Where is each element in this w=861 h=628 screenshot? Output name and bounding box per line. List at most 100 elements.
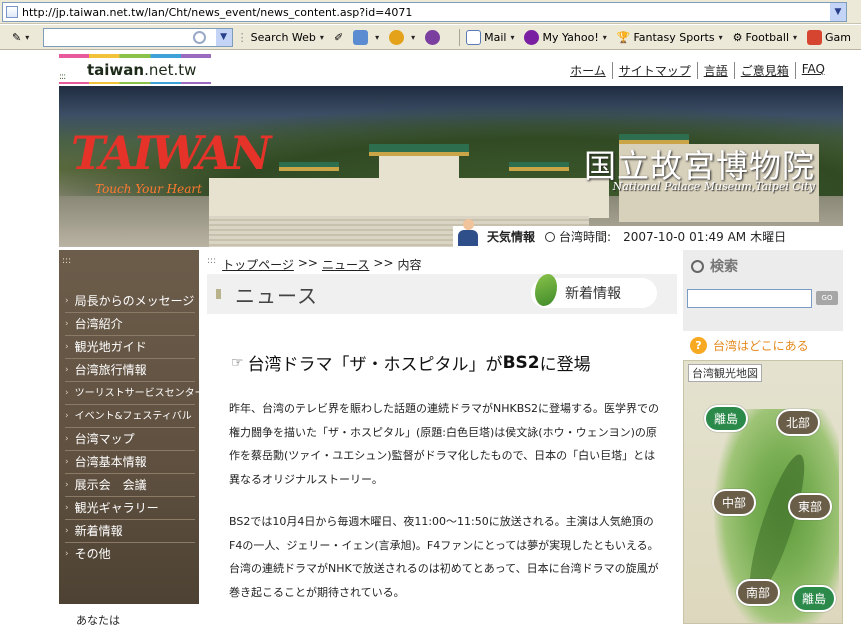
sidebar-footer-text: あなたは — [76, 614, 120, 627]
chevron-right-icon: › — [65, 479, 69, 490]
breadcrumb: ::: トップページ >> ニュース >> 内容 — [207, 256, 422, 273]
where-is-taiwan-link[interactable]: ? 台湾はどこにある — [690, 337, 809, 354]
question-icon: ? — [690, 337, 707, 354]
fantasy-sports-button[interactable]: 🏆 Fantasy Sports ▾ — [617, 31, 723, 44]
games-icon — [807, 29, 823, 45]
time-value: 01:49 AM — [689, 229, 747, 244]
taiwan-touch-logo: TAIWAN Touch Your Heart — [71, 126, 271, 196]
breadcrumb-news-link[interactable]: ニュース — [322, 256, 369, 273]
football-button[interactable]: ⚙ Football ▾ — [733, 31, 797, 44]
museum-name-en: National Palace Museum,Taipei City — [612, 180, 815, 193]
chevron-right-icon: › — [65, 295, 69, 306]
news-header: ニュース 新着情報 — [207, 274, 677, 314]
sidebar-item-about-taiwan[interactable]: › 台湾紹介 — [65, 313, 195, 336]
nav-home-link[interactable]: ホーム — [564, 62, 612, 79]
chevron-right-icon: › — [65, 364, 69, 375]
weather-link[interactable]: 天気情報 — [487, 228, 535, 245]
site-logo[interactable]: ::: taiwan.net.tw — [59, 54, 211, 84]
chevron-right-icon: › — [65, 502, 69, 513]
chevron-right-icon: › — [65, 525, 69, 536]
search-input[interactable] — [687, 289, 812, 308]
latest-news-tab: 新着情報 — [531, 274, 657, 308]
search-title: 検索 — [710, 259, 738, 275]
globe-icon[interactable]: ▾ — [389, 29, 415, 45]
my-yahoo-button[interactable]: My Yahoo! ▾ — [524, 29, 607, 45]
nav-language-link[interactable]: 言語 — [696, 62, 734, 79]
sidebar-item-basic-info[interactable]: › 台湾基本情報 — [65, 451, 195, 474]
nav-feedback-link[interactable]: ご意見箱 — [733, 62, 795, 79]
sidebar-item-gallery[interactable]: › 観光ギャラリー — [65, 497, 195, 520]
header-marker — [216, 289, 221, 299]
palace-hall — [379, 156, 459, 180]
sidebar-item-director-message[interactable]: › 局長からのメッセージ — [65, 290, 195, 313]
logo-domain: .net.tw — [144, 61, 197, 79]
search-icon — [192, 30, 206, 44]
sidebar-item-tourist-service[interactable]: › ツーリストサービスセンター — [65, 382, 205, 405]
trophy-icon: 🏆 — [616, 30, 631, 44]
chevron-right-icon: › — [65, 456, 69, 467]
map-region-central[interactable]: 中部 — [712, 489, 757, 516]
my-yahoo-icon — [524, 29, 540, 45]
article-title: ☞ 台湾ドラマ「ザ・ホスピタル」が BS2 に登場 — [231, 352, 591, 376]
page-title: ニュース — [235, 283, 318, 308]
date-value: 2007-10-0 — [623, 229, 686, 244]
search-go-button[interactable]: GO — [816, 291, 838, 305]
pencil-icon[interactable]: ✎ ▾ — [12, 31, 29, 44]
chevron-down-icon[interactable]: ▼ — [830, 3, 846, 21]
logo-name: taiwan — [87, 61, 145, 79]
taiwan-leaf-icon — [535, 274, 557, 306]
sidebar-item-sightseeing-guide[interactable]: › 観光地ガイド — [65, 336, 195, 359]
layout-icon[interactable]: ▾ — [353, 29, 379, 45]
chevron-right-icon: › — [65, 549, 69, 559]
mail-button[interactable]: Mail ▾ — [466, 29, 514, 45]
chevron-right-icon: › — [65, 433, 69, 444]
sidebar-item-travel-info[interactable]: › 台湾旅行情報 — [65, 359, 195, 382]
chevron-right-icon: › — [65, 341, 69, 352]
pointing-hand-icon: ☞ — [231, 354, 244, 371]
clock-icon — [545, 231, 556, 242]
left-sidebar: ::: › 局長からのメッセージ › 台湾紹介 › 観光地ガイド › 台湾旅行情報 › ツ… — [59, 250, 205, 604]
map-region-south[interactable]: 南部 — [736, 579, 781, 606]
map-region-east[interactable]: 東部 — [788, 493, 833, 520]
article-paragraph-2: BS2では10月4日から毎週木曜日、夜11:00～11:50に放送される。主演は… — [229, 515, 659, 599]
palace-roof — [369, 144, 469, 156]
map-title: 台湾観光地図 — [688, 364, 762, 382]
chevron-down-icon[interactable]: ▼ — [215, 28, 232, 46]
mail-icon — [466, 29, 482, 45]
page-icon — [6, 6, 18, 18]
sidebar-item-other[interactable]: › その他 — [65, 543, 195, 566]
browser-toolbar: ✎ ▾ ▼ ⋮ Search Web ▾ ✐ ▾ ▾ Mail ▾ My Yahoo! ▾… — [0, 25, 861, 50]
palace-wall — [209, 178, 609, 218]
time-label: 台湾時間: — [559, 230, 612, 244]
sidebar-item-news[interactable]: › 新着情報 — [65, 520, 195, 543]
url-field[interactable]: http://jp.taiwan.net.tw/lan/Cht/news_eve… — [2, 2, 847, 22]
weather-person-icon — [455, 218, 481, 247]
map-region-islet-se[interactable]: 離島 — [792, 585, 837, 612]
search-web-button[interactable]: ⋮ Search Web ▾ — [237, 31, 324, 44]
sidebar-item-exhibitions[interactable]: › 展示会 会議 — [65, 474, 195, 497]
sidebar-item-map[interactable]: › 台湾マップ — [65, 428, 195, 451]
breadcrumb-current: 内容 — [397, 258, 422, 272]
weekday-value: 木曜日 — [750, 230, 787, 244]
weather-bar: 天気情報 台湾時間: 2007-10-0 01:49 AM 木曜日 — [453, 218, 843, 247]
nav-faq-link[interactable]: FAQ — [794, 62, 831, 79]
chevron-right-icon: › — [65, 387, 69, 398]
games-button[interactable]: Gam — [807, 29, 851, 45]
map-region-islet-nw[interactable]: 離島 — [704, 405, 749, 432]
football-icon: ⚙ — [732, 30, 743, 44]
highlight-icon[interactable]: ✐ — [334, 31, 343, 44]
top-navigation: ホーム サイトマップ 言語 ご意見箱 FAQ — [564, 62, 831, 79]
banner-image: TAIWAN Touch Your Heart 国立故宮博物院 National… — [59, 86, 843, 247]
map-region-north[interactable]: 北部 — [776, 409, 821, 436]
taiwan-map[interactable]: 台湾観光地図 離島 北部 中部 東部 南部 離島 — [683, 360, 843, 624]
palace-roof-left — [279, 162, 339, 171]
toolbar-search-input[interactable]: ▼ — [43, 27, 233, 47]
toolbar-separator — [459, 28, 461, 46]
messenger-icon[interactable] — [425, 29, 443, 45]
chevron-right-icon: › — [65, 410, 69, 421]
breadcrumb-home-link[interactable]: トップページ — [222, 256, 294, 273]
nav-sitemap-link[interactable]: サイトマップ — [611, 62, 697, 79]
search-icon — [691, 259, 704, 273]
sidebar-item-events[interactable]: › イベント&フェスティバル — [65, 405, 195, 428]
chevron-right-icon: › — [65, 318, 69, 329]
